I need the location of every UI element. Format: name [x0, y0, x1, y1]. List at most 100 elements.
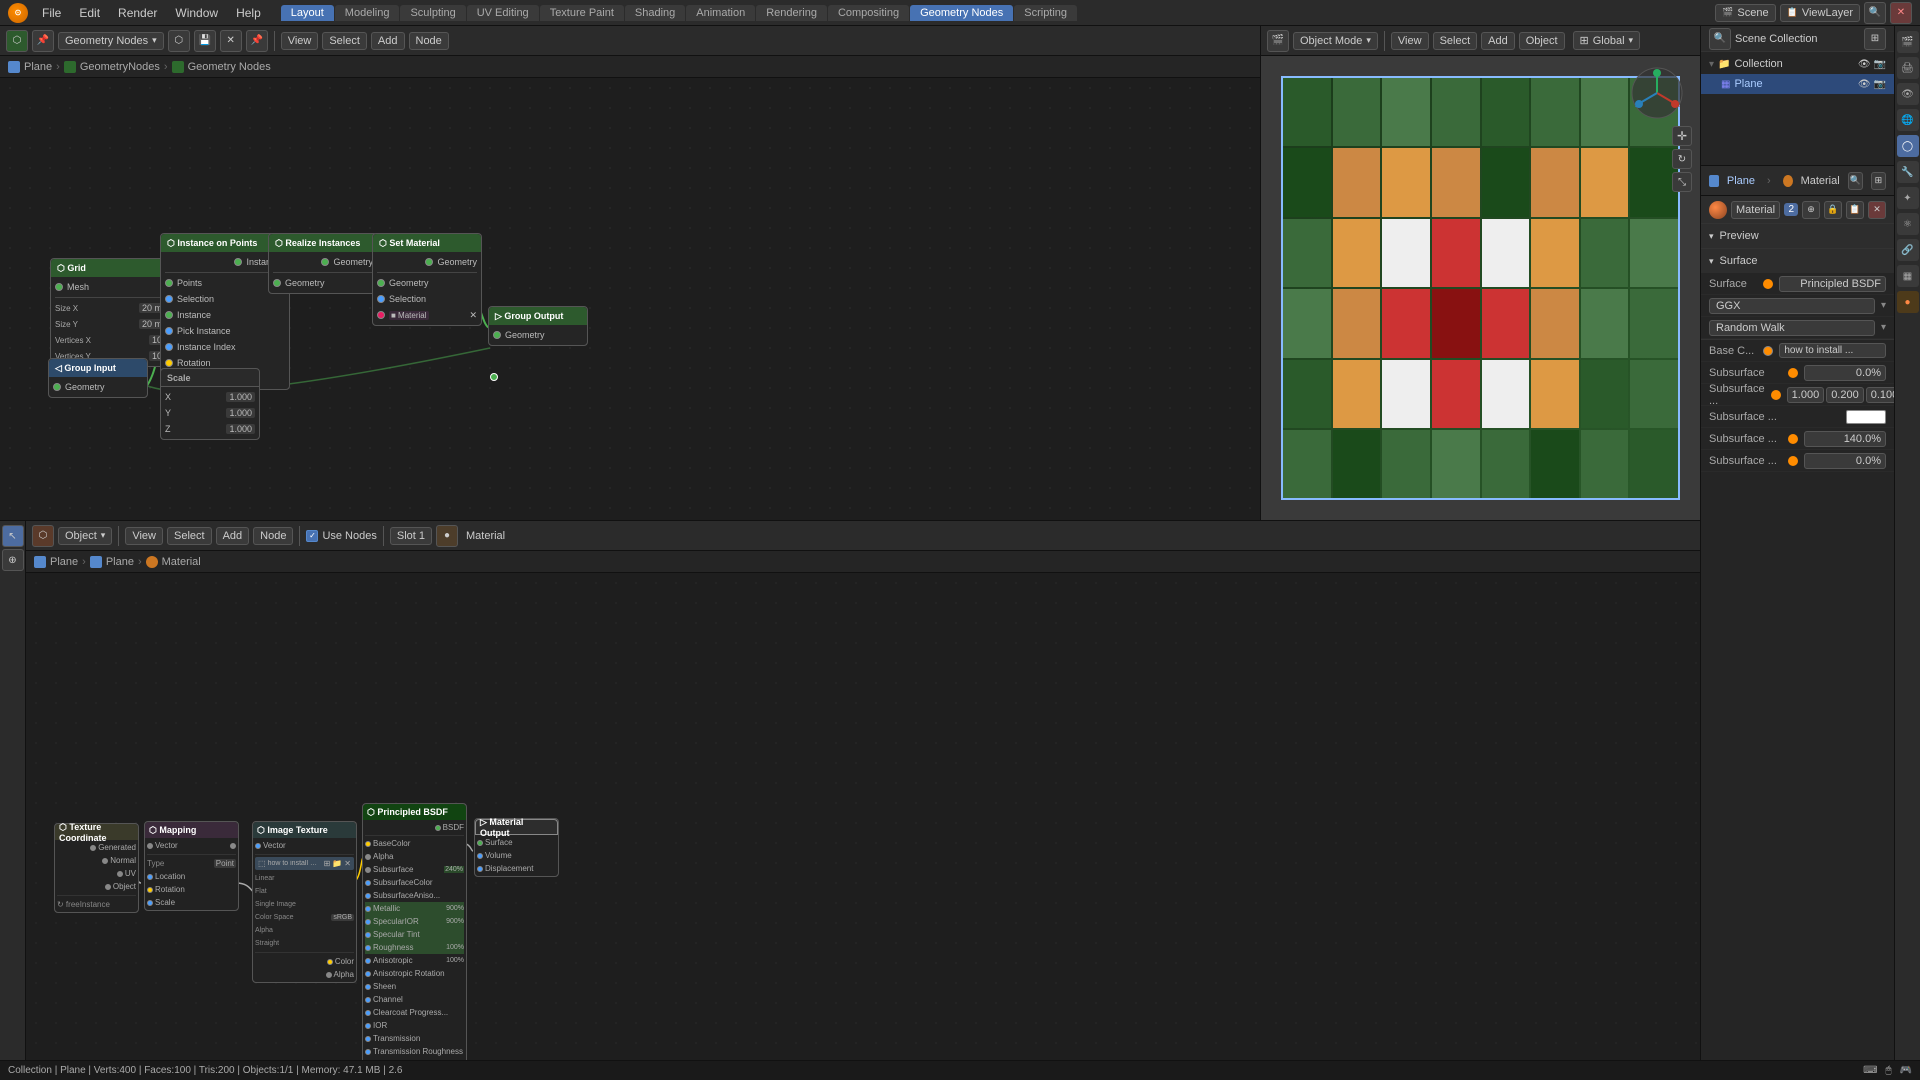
header-close[interactable]: ✕	[1890, 2, 1912, 24]
prop-icon-scene[interactable]: 🎬	[1897, 31, 1919, 53]
mat-bc-plane2[interactable]: Plane	[106, 556, 134, 568]
mat-delete[interactable]: ✕	[1868, 201, 1886, 219]
prop-icon-material[interactable]: ●	[1897, 291, 1919, 313]
subsurface-ior-value[interactable]: 140.0%	[1804, 431, 1887, 447]
subsurface-value[interactable]: 0.0%	[1804, 365, 1887, 381]
node-tex-coord[interactable]: ⬡ Texture Coordinate Generated Normal UV…	[54, 823, 139, 913]
tab-compositing[interactable]: Compositing	[828, 5, 909, 21]
breadcrumb-geonodes[interactable]: GeometryNodes	[80, 61, 160, 73]
prop-expand[interactable]: ⊞	[1871, 172, 1886, 190]
material-node-canvas[interactable]: ⬡ Texture Coordinate Generated Normal UV…	[26, 573, 1700, 1080]
rotate-icon[interactable]: ↻	[1672, 149, 1692, 169]
prop-icon-constraints[interactable]: 🔗	[1897, 239, 1919, 261]
pin-btn[interactable]: 📌	[246, 30, 268, 52]
mat-sphere-icon[interactable]: ●	[436, 525, 458, 547]
viewport-editor-icon[interactable]: 🎬	[1267, 30, 1289, 52]
menu-window[interactable]: Window	[167, 4, 226, 22]
prop-icon-physics[interactable]: ⚛	[1897, 213, 1919, 235]
blender-logo[interactable]: ⊙	[8, 3, 28, 23]
node-set-material[interactable]: ⬡ Set Material Geometry Geometry Selecti…	[372, 233, 482, 326]
distribution-value[interactable]: GGX	[1709, 298, 1875, 314]
base-color-value[interactable]: how to install ...	[1779, 343, 1886, 358]
menu-edit[interactable]: Edit	[71, 4, 108, 22]
node-tree-icon[interactable]: ⬡	[168, 30, 190, 52]
node-group-input[interactable]: ◁ Group Input Geometry	[48, 358, 148, 398]
subsurface-aniso-dot[interactable]	[1788, 456, 1798, 466]
node-mapping[interactable]: ⬡ Mapping Vector TypePoint Location Rota…	[144, 821, 239, 911]
outliner-options[interactable]: ⊞	[1864, 28, 1886, 50]
pinned-icon[interactable]: 📌	[32, 30, 54, 52]
outliner-filter[interactable]: 🔍	[1709, 28, 1731, 50]
node-material-output[interactable]: ▷ Material Output Surface Volume Displac…	[474, 818, 559, 877]
prop-icon-data[interactable]: ▦	[1897, 265, 1919, 287]
base-color-dot[interactable]	[1763, 346, 1773, 356]
save-icon[interactable]: 💾	[194, 30, 216, 52]
prop-icon-world[interactable]: 🌐	[1897, 109, 1919, 131]
scale-icon[interactable]: ⤡	[1672, 172, 1692, 192]
transform-orient[interactable]: ⊞Global▾	[1573, 31, 1641, 50]
viewport-add[interactable]: Add	[1481, 32, 1515, 50]
viewport-view[interactable]: View	[1391, 32, 1429, 50]
subsurface-r1[interactable]: 1.000	[1787, 387, 1825, 403]
mat-name-field[interactable]: Material	[1731, 201, 1780, 219]
prop-icon-view[interactable]: 👁	[1897, 83, 1919, 105]
viewport-select[interactable]: Select	[1433, 32, 1478, 50]
prop-icon-modifier[interactable]: 🔧	[1897, 161, 1919, 183]
outliner-item-collection[interactable]: ▾ 📁 Collection 👁 📷	[1701, 54, 1894, 74]
subsurface-radius-dot[interactable]	[1771, 390, 1781, 400]
breadcrumb-gn-label[interactable]: Geometry Nodes	[188, 61, 271, 73]
node-menu[interactable]: Node	[409, 32, 449, 50]
viewport-object[interactable]: Object	[1519, 32, 1565, 50]
node-scale[interactable]: Scale X1.000 Y1.000 Z1.000	[160, 368, 260, 440]
menu-help[interactable]: Help	[228, 4, 269, 22]
mat-select-menu[interactable]: Select	[167, 527, 212, 545]
subsurface-color-swatch[interactable]	[1846, 410, 1886, 424]
editor-type-selector[interactable]: Geometry Nodes ▾	[58, 32, 164, 50]
tab-modeling[interactable]: Modeling	[335, 5, 400, 21]
mat-bc-material[interactable]: Material	[162, 556, 201, 568]
tab-layout[interactable]: Layout	[281, 5, 334, 21]
editor-type-icon[interactable]: ⬡	[6, 30, 28, 52]
mat-add-menu[interactable]: Add	[216, 527, 250, 545]
subsurface-r2[interactable]: 0.200	[1826, 387, 1864, 403]
add-menu[interactable]: Add	[371, 32, 405, 50]
tool-select[interactable]: ↖	[2, 525, 24, 547]
mat-new[interactable]: 📋	[1846, 201, 1864, 219]
tab-uv-editing[interactable]: UV Editing	[467, 5, 539, 21]
use-nodes-checkbox[interactable]: ✓	[306, 530, 318, 542]
node-realize-instances[interactable]: ⬡ Realize Instances Geometry Geometry	[268, 233, 378, 294]
node-group-output[interactable]: ▷ Group Output Geometry	[488, 306, 588, 346]
subsurface-method-value[interactable]: Random Walk	[1709, 320, 1875, 336]
surface-value[interactable]: Principled BSDF	[1779, 276, 1886, 292]
scene-selector[interactable]: 🎬 Scene	[1715, 4, 1775, 22]
surface-header[interactable]: ▾ Surface	[1701, 249, 1894, 273]
preview-header[interactable]: ▾ Preview	[1701, 224, 1894, 248]
view-menu[interactable]: View	[281, 32, 319, 50]
mat-node-menu[interactable]: Node	[253, 527, 293, 545]
mat-object-selector[interactable]: Object ▾	[58, 527, 112, 545]
subsurface-dot[interactable]	[1788, 368, 1798, 378]
outliner-item-plane[interactable]: ▦ Plane 👁 📷	[1701, 74, 1894, 94]
tab-texture-paint[interactable]: Texture Paint	[540, 5, 624, 21]
prop-icon-particles[interactable]: ✦	[1897, 187, 1919, 209]
node-grid[interactable]: ⬡ Grid Mesh Size X20 m Size Y20 m Vertic…	[50, 258, 170, 367]
plane-visibility[interactable]: 👁	[1858, 79, 1871, 90]
mat-editor-type-icon[interactable]: ⬡	[32, 525, 54, 547]
viewport-canvas[interactable]: Y X Z ✛ ↻	[1261, 56, 1700, 520]
mat-slot-selector[interactable]: Slot 1	[390, 527, 432, 545]
node-principled-bsdf[interactable]: ⬡ Principled BSDF BSDF BaseColor Alpha S…	[362, 803, 467, 1080]
mat-fake-user[interactable]: 🔒	[1824, 201, 1842, 219]
mat-users[interactable]: ⊕	[1802, 201, 1820, 219]
close-node-tree[interactable]: ✕	[220, 30, 242, 52]
select-menu[interactable]: Select	[322, 32, 367, 50]
tab-sculpting[interactable]: Sculpting	[400, 5, 465, 21]
subsurface-r3[interactable]: 0.100	[1866, 387, 1894, 403]
collection-visibility[interactable]: 👁	[1858, 59, 1871, 70]
viewlayer-selector[interactable]: 📋 ViewLayer	[1780, 4, 1860, 22]
tool-cursor[interactable]: ⊕	[2, 549, 24, 571]
nav-gizmo[interactable]: Y X Z	[1630, 66, 1685, 121]
plane-render[interactable]: 📷	[1874, 79, 1886, 90]
menu-file[interactable]: File	[34, 4, 69, 22]
search-props[interactable]: 🔍	[1848, 172, 1863, 190]
tab-shading[interactable]: Shading	[625, 5, 685, 21]
